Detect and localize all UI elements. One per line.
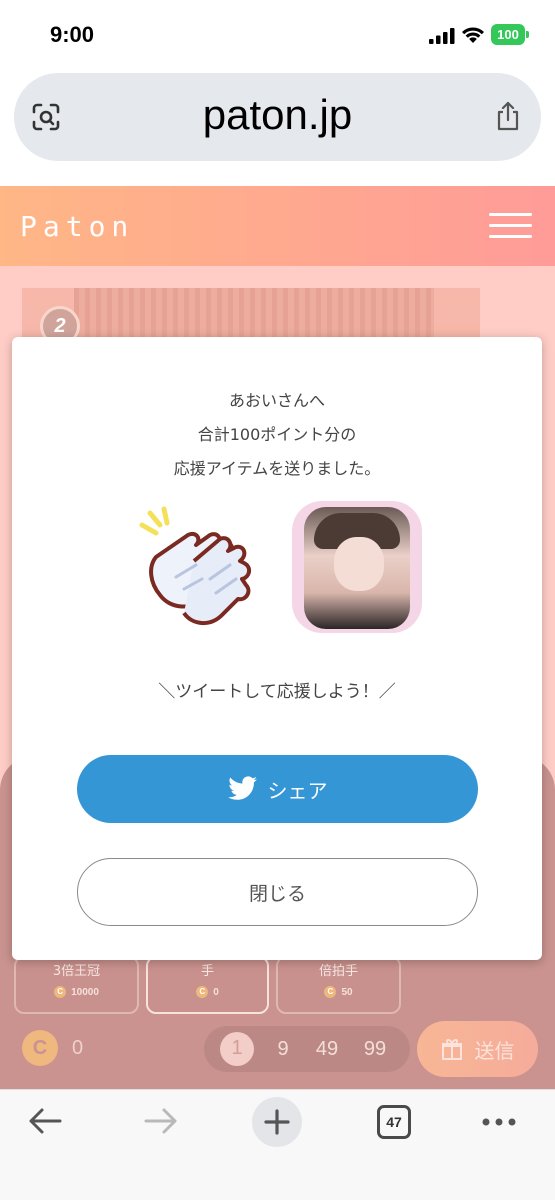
signal-icon xyxy=(429,28,455,44)
more-icon[interactable] xyxy=(481,1117,517,1127)
new-tab-button[interactable] xyxy=(252,1097,302,1147)
close-label: 閉じる xyxy=(248,882,306,905)
modal-message-line: あおいさんへ xyxy=(228,391,325,410)
twitter-icon xyxy=(227,776,257,800)
tab-count-button[interactable]: 47 xyxy=(377,1105,411,1139)
back-icon[interactable] xyxy=(26,1106,64,1136)
share-icon[interactable] xyxy=(495,101,521,131)
modal-message-line: 合計100ポイント分の xyxy=(197,425,357,444)
battery-level: 100 xyxy=(497,27,519,42)
status-time: 9:00 xyxy=(50,22,95,47)
tweet-prompt: ＼ツイートして応援しよう！／ xyxy=(158,682,396,702)
share-label: シェア xyxy=(267,778,328,803)
wifi-icon xyxy=(462,27,484,43)
recipient-avatar xyxy=(292,501,422,633)
battery-indicator: 100 xyxy=(491,24,529,45)
plus-icon xyxy=(264,1109,290,1135)
browser-toolbar: 47 xyxy=(0,1089,555,1200)
forward-icon[interactable] xyxy=(142,1106,180,1136)
close-button[interactable]: 閉じる xyxy=(77,858,478,926)
modal-message-line: 応援アイテムを送りました。 xyxy=(173,459,381,478)
url-text[interactable]: paton.jp xyxy=(14,91,541,139)
twitter-share-button[interactable]: シェア xyxy=(77,755,478,823)
status-bar: 9:00 100 xyxy=(0,0,555,68)
address-bar[interactable]: paton.jp xyxy=(14,73,541,161)
support-sent-modal: あおいさんへ 合計100ポイント分の 応援アイテムを送りました。 ＼ツイートして… xyxy=(12,337,542,960)
clap-icon xyxy=(139,506,251,625)
